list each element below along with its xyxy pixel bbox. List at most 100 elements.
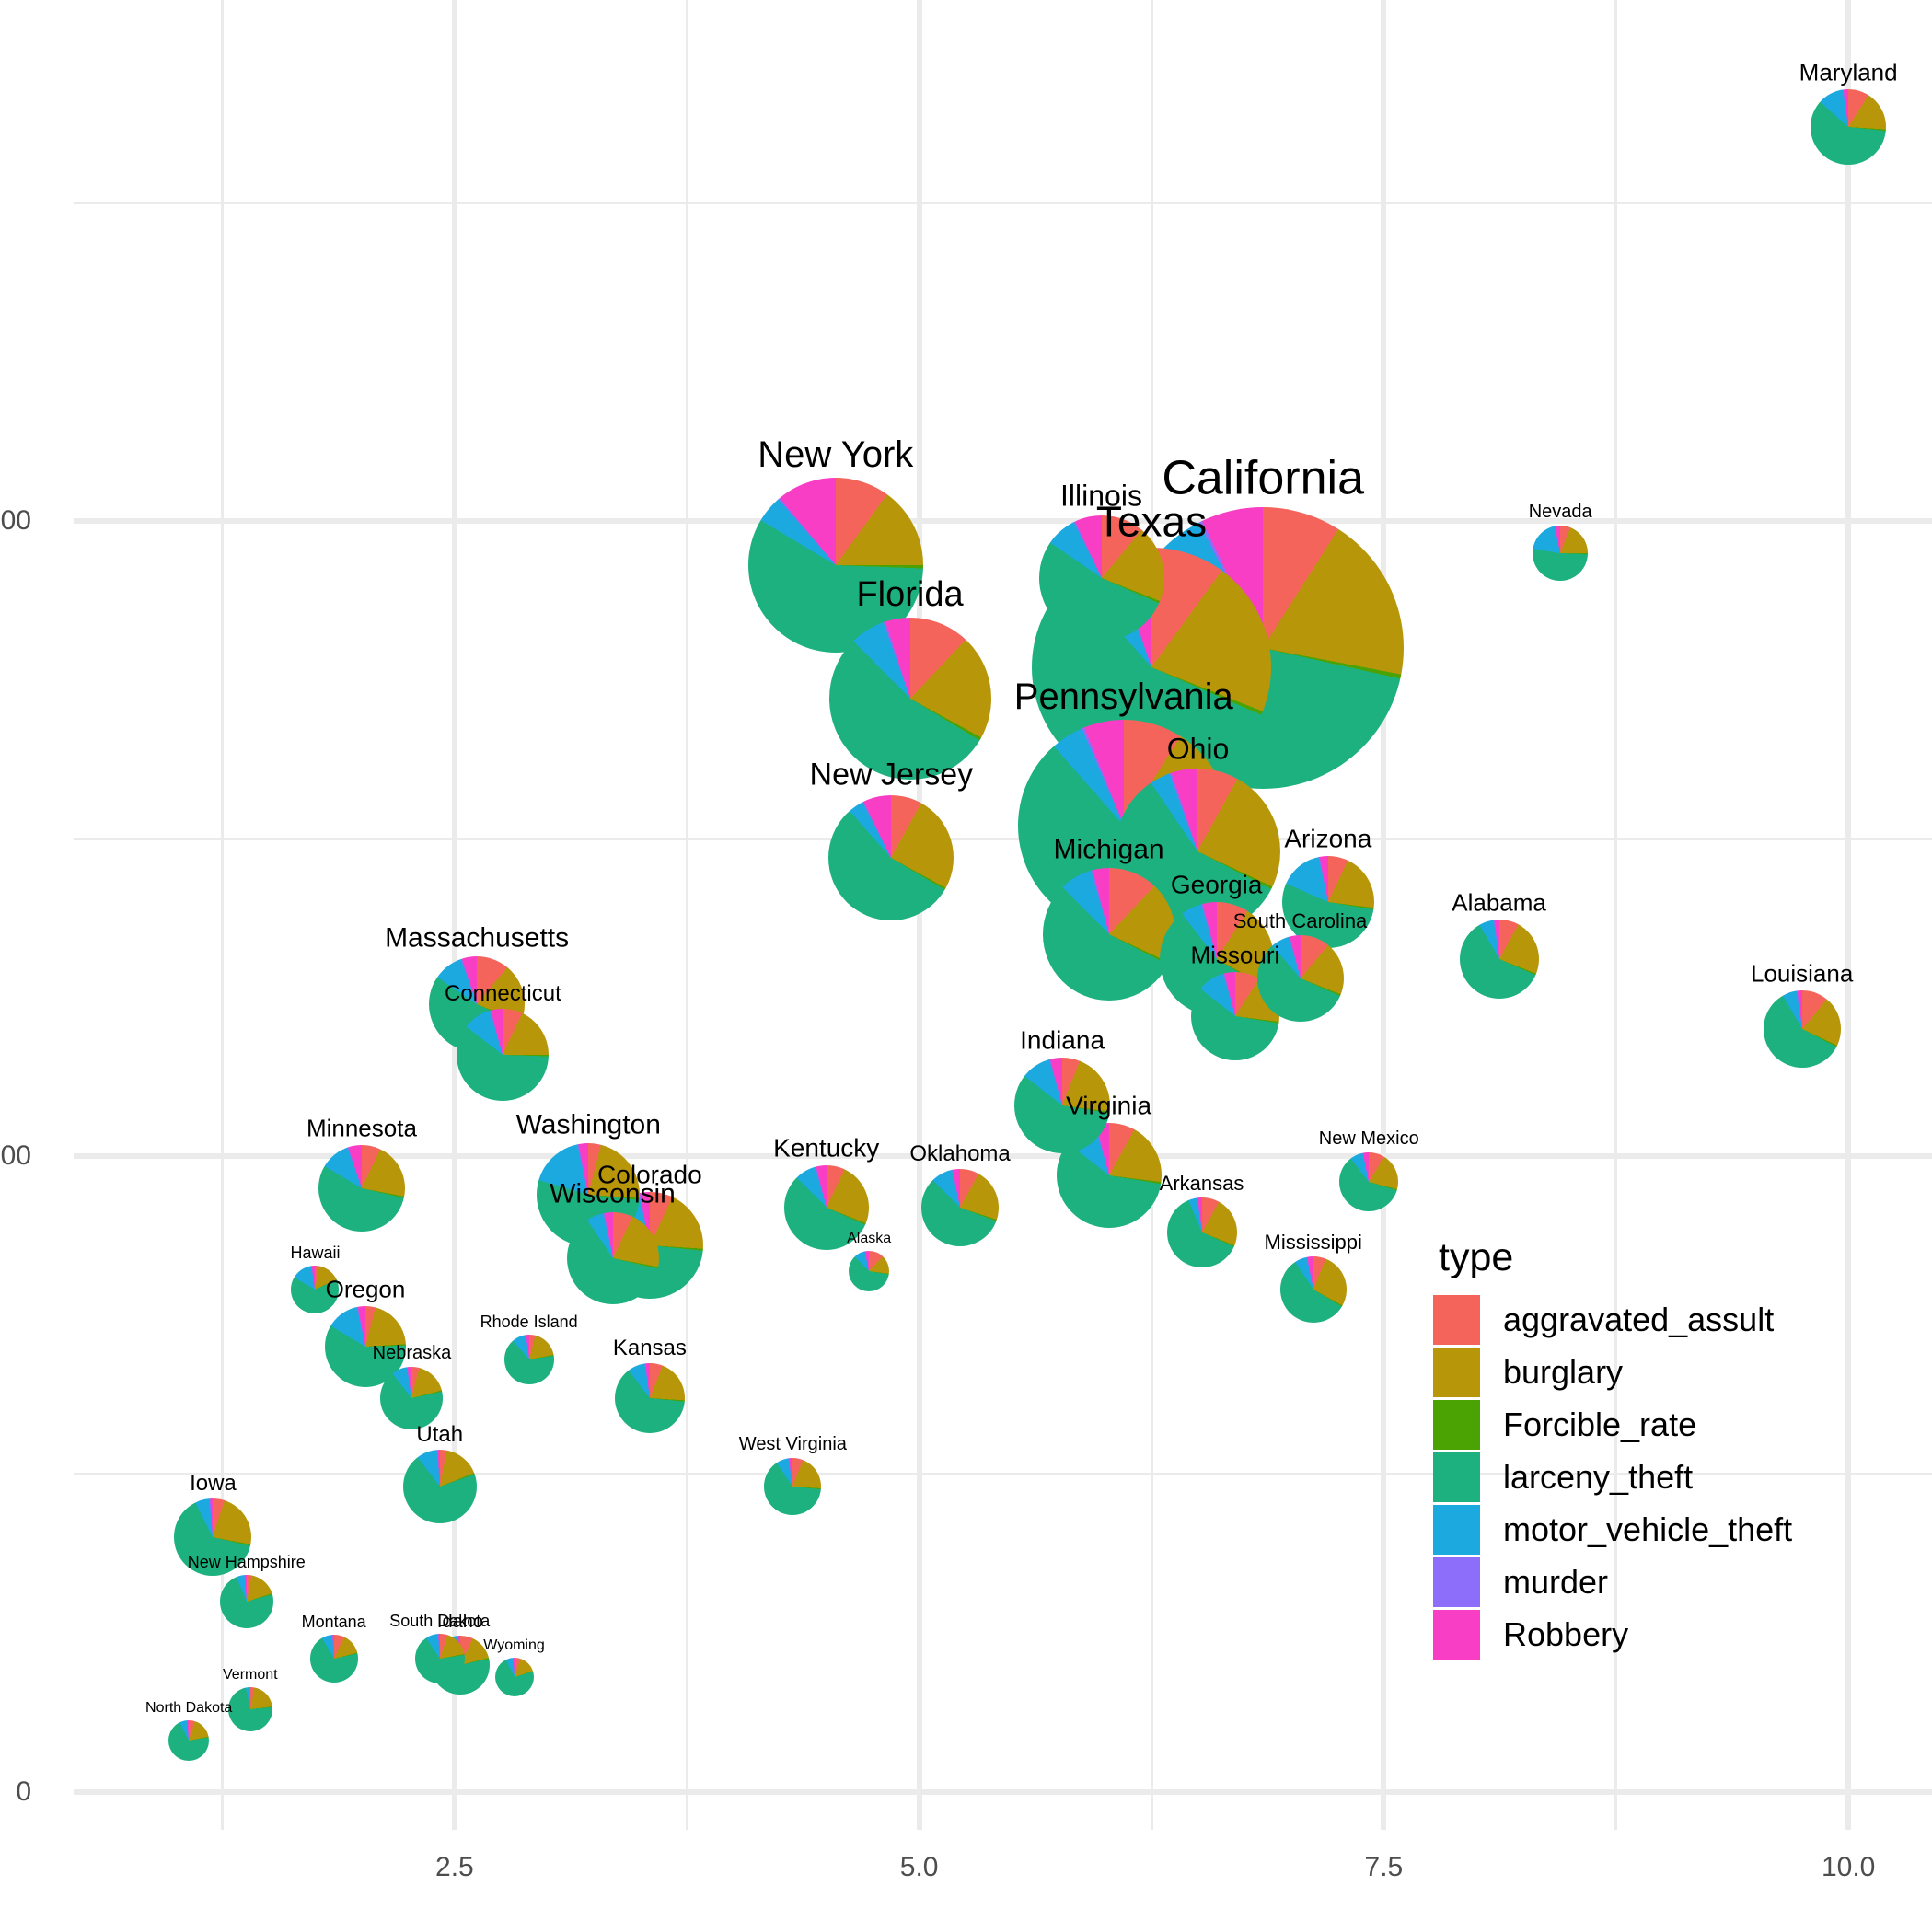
- pie-marker[interactable]: [219, 1574, 273, 1628]
- pie-label: Wyoming: [483, 1637, 545, 1654]
- x-axis-tick-label: 2.5: [435, 1852, 474, 1882]
- gridline-x-major: [1381, 0, 1387, 1830]
- gridline-x-minor: [685, 0, 688, 1830]
- pie-label: North Dakota: [145, 1700, 233, 1717]
- pie-label: Maryland: [1799, 58, 1898, 87]
- pie-label: Rhode Island: [480, 1313, 578, 1332]
- legend-item[interactable]: aggravated_assult: [1433, 1293, 1875, 1346]
- pie-marker[interactable]: [1811, 89, 1887, 166]
- pie-marker[interactable]: [414, 1633, 465, 1683]
- pie-label: South Carolina: [1232, 908, 1368, 932]
- pie-label: Arizona: [1284, 824, 1372, 853]
- pie-label: Mississippi: [1264, 1231, 1362, 1255]
- pie-label: Georgia: [1170, 870, 1263, 899]
- pie-marker[interactable]: [402, 1450, 477, 1524]
- legend-swatch-icon: [1433, 1609, 1480, 1660]
- pie-label: New Hampshire: [187, 1552, 306, 1571]
- legend-label: larceny_theft: [1503, 1457, 1694, 1496]
- pie-marker[interactable]: [494, 1658, 534, 1697]
- legend-item[interactable]: burglary: [1433, 1346, 1875, 1398]
- pie-label: Alaska: [847, 1230, 892, 1246]
- pie-label: West Virginia: [738, 1434, 847, 1455]
- pie-marker[interactable]: [828, 618, 991, 781]
- legend-label: Forcible_rate: [1503, 1405, 1697, 1443]
- pie-label: Massachusetts: [385, 922, 570, 954]
- pie-label: Illinois: [1060, 479, 1142, 513]
- gridline-y-minor: [74, 202, 1932, 205]
- pie-marker[interactable]: [921, 1168, 1000, 1246]
- pie-marker[interactable]: [168, 1720, 210, 1762]
- legend-label: murder: [1503, 1562, 1609, 1601]
- pie-marker[interactable]: [1533, 525, 1589, 581]
- pie-label: New York: [758, 434, 914, 476]
- pie-label: New Jersey: [809, 757, 974, 792]
- pie-label: Pennsylvania: [1013, 677, 1233, 718]
- pie-label: Wisconsin: [550, 1178, 676, 1209]
- pie-label: Nebraska: [372, 1342, 452, 1363]
- legend-item[interactable]: Robbery: [1433, 1608, 1875, 1660]
- pie-label: Oregon: [325, 1276, 406, 1304]
- pie-marker[interactable]: [457, 1008, 550, 1101]
- legend-swatch-icon: [1433, 1294, 1480, 1345]
- pie-marker[interactable]: [764, 1458, 822, 1516]
- legend-item[interactable]: larceny_theft: [1433, 1451, 1875, 1503]
- pie-marker[interactable]: [309, 1634, 358, 1683]
- pie-label: New Mexico: [1318, 1128, 1419, 1149]
- x-axis-tick-label: 5.0: [899, 1852, 939, 1882]
- pie-marker[interactable]: [318, 1144, 405, 1232]
- pie-label: South Dakota: [389, 1611, 491, 1630]
- legend-item[interactable]: motor_vehicle_theft: [1433, 1503, 1875, 1556]
- gridline-x-major: [916, 0, 922, 1830]
- pie-label: Oklahoma: [909, 1140, 1011, 1166]
- pie-label: Arkansas: [1159, 1172, 1244, 1196]
- pie-label: Montana: [301, 1612, 366, 1631]
- legend-items: aggravated_assult burglary Forcible_ratela…: [1433, 1293, 1875, 1660]
- pie-label: California: [1162, 451, 1364, 505]
- pie-label: Kentucky: [773, 1133, 880, 1163]
- pie-marker[interactable]: [849, 1250, 890, 1291]
- pie-marker[interactable]: [380, 1366, 444, 1429]
- legend-label: Robbery: [1503, 1614, 1629, 1653]
- pie-label: Louisiana: [1751, 959, 1854, 988]
- pie-marker[interactable]: [1763, 990, 1841, 1069]
- pie-marker[interactable]: [1042, 867, 1175, 1001]
- pie-label: Indiana: [1020, 1025, 1105, 1055]
- legend-item[interactable]: murder: [1433, 1556, 1875, 1608]
- pie-label: Washington: [515, 1109, 661, 1140]
- y-axis-tick-label: 0: [16, 1776, 31, 1807]
- legend-label: aggravated_assult: [1503, 1300, 1775, 1338]
- pie-marker[interactable]: [614, 1362, 685, 1433]
- pie-label: Florida: [856, 575, 964, 615]
- legend-swatch-icon: [1433, 1452, 1480, 1502]
- pie-label: Connecticut: [445, 980, 561, 1006]
- pie-label: Michigan: [1053, 834, 1164, 865]
- legend-label: burglary: [1503, 1352, 1624, 1391]
- pie-marker[interactable]: [1339, 1151, 1399, 1211]
- pie-label: Minnesota: [306, 1114, 417, 1142]
- x-axis-tick-label: 7.5: [1364, 1852, 1404, 1882]
- pie-marker[interactable]: [503, 1335, 554, 1385]
- gridline-y-major: [74, 1788, 1932, 1795]
- pie-label: Virginia: [1066, 1091, 1152, 1120]
- pie-label: Utah: [416, 1422, 464, 1448]
- pie-marker[interactable]: [1166, 1197, 1237, 1268]
- y-axis-tick-label: 100: [0, 1140, 31, 1172]
- pie-marker[interactable]: [566, 1211, 659, 1304]
- gridline-y-major: [74, 518, 1932, 525]
- chart-root: type aggravated_assult burglary Forcible_r…: [0, 0, 1932, 1932]
- pie-marker[interactable]: [227, 1686, 272, 1731]
- legend-swatch-icon: [1433, 1504, 1480, 1555]
- pie-label: Nevada: [1528, 501, 1592, 522]
- x-axis-tick-label: 10.0: [1821, 1852, 1876, 1882]
- pie-label: Hawaii: [290, 1244, 341, 1263]
- pie-label: Iowa: [190, 1471, 237, 1497]
- pie-label: Missouri: [1190, 942, 1280, 970]
- legend-swatch-icon: [1433, 1399, 1480, 1450]
- pie-marker[interactable]: [1279, 1256, 1347, 1324]
- pie-marker[interactable]: [1459, 920, 1539, 1000]
- legend-item[interactable]: Forcible_rate: [1433, 1398, 1875, 1451]
- pie-label: Vermont: [223, 1667, 278, 1683]
- gridline-y-minor: [74, 837, 1932, 840]
- pie-marker[interactable]: [828, 794, 954, 920]
- pie-label: Kansas: [612, 1335, 687, 1360]
